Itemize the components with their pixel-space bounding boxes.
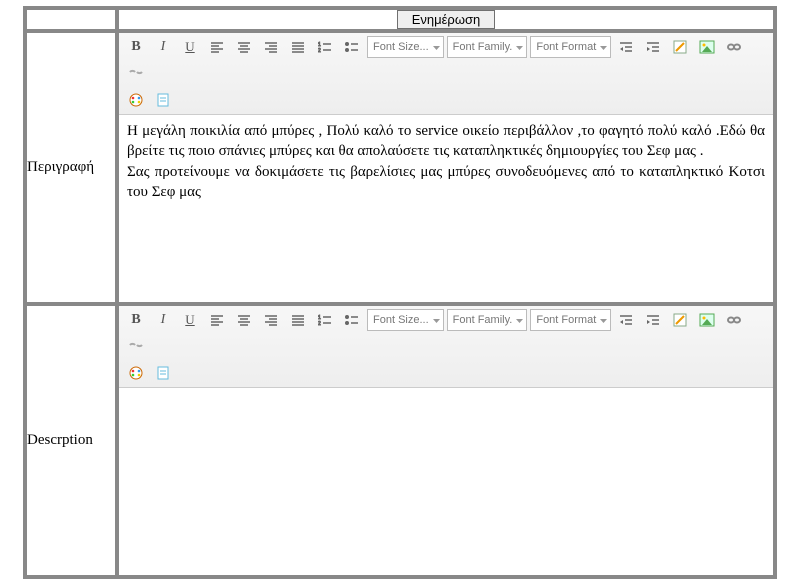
bold-button[interactable]: B bbox=[124, 36, 148, 58]
edit-html-button[interactable] bbox=[668, 36, 692, 58]
svg-text:2: 2 bbox=[318, 48, 321, 53]
font-family-label: Font Family. bbox=[453, 41, 513, 53]
align-right-button[interactable] bbox=[259, 309, 283, 331]
content-description[interactable] bbox=[119, 388, 773, 575]
unordered-list-button[interactable] bbox=[340, 36, 364, 58]
toolbar-perigrafi: B I U 12 Font Size... Font Family. Font … bbox=[119, 33, 773, 115]
ordered-list-button[interactable]: 12 bbox=[313, 36, 337, 58]
chevron-down-icon bbox=[515, 316, 524, 325]
font-size-label: Font Size... bbox=[373, 314, 429, 326]
underline-button[interactable]: U bbox=[178, 36, 202, 58]
content-paragraph: Σας προτείνουμε να δοκιμάσετε τις βαρελί… bbox=[127, 162, 765, 203]
chevron-down-icon bbox=[599, 316, 608, 325]
align-left-button[interactable] bbox=[205, 36, 229, 58]
align-left-button[interactable] bbox=[205, 309, 229, 331]
color-picker-button[interactable] bbox=[124, 89, 148, 111]
row-label-perigrafi: Περιγραφή bbox=[25, 31, 117, 304]
ordered-list-button[interactable]: 12 bbox=[313, 309, 337, 331]
row-label-description: Descrption bbox=[25, 304, 117, 577]
font-format-select[interactable]: Font Format bbox=[530, 36, 611, 58]
font-size-select[interactable]: Font Size... bbox=[367, 36, 444, 58]
insert-doc-button[interactable] bbox=[151, 362, 175, 384]
insert-image-button[interactable] bbox=[695, 36, 719, 58]
font-family-label: Font Family. bbox=[453, 314, 513, 326]
content-perigrafi[interactable]: Η μεγάλη ποικιλία από μπύρες , Πολύ καλό… bbox=[119, 115, 773, 302]
chevron-down-icon bbox=[599, 43, 608, 52]
unlink-button[interactable] bbox=[124, 334, 148, 356]
empty-label-cell bbox=[25, 8, 117, 31]
indent-button[interactable] bbox=[641, 309, 665, 331]
align-center-button[interactable] bbox=[232, 309, 256, 331]
font-format-label: Font Format bbox=[536, 314, 596, 326]
italic-button[interactable]: I bbox=[151, 309, 175, 331]
toolbar-description: B I U 12 Font Size... Font Family. Font … bbox=[119, 306, 773, 388]
font-family-select[interactable]: Font Family. bbox=[447, 36, 528, 58]
edit-html-button[interactable] bbox=[668, 309, 692, 331]
insert-doc-button[interactable] bbox=[151, 89, 175, 111]
align-justify-button[interactable] bbox=[286, 309, 310, 331]
indent-button[interactable] bbox=[641, 36, 665, 58]
editor-description: B I U 12 Font Size... Font Family. Font … bbox=[119, 306, 773, 575]
link-button[interactable] bbox=[722, 36, 746, 58]
align-center-button[interactable] bbox=[232, 36, 256, 58]
update-button[interactable]: Ενημέρωση bbox=[397, 10, 496, 29]
editor-table: Ενημέρωση Περιγραφή B I U 12 Font Size..… bbox=[23, 6, 777, 579]
font-format-label: Font Format bbox=[536, 41, 596, 53]
italic-button[interactable]: I bbox=[151, 36, 175, 58]
font-format-select[interactable]: Font Format bbox=[530, 309, 611, 331]
color-picker-button[interactable] bbox=[124, 362, 148, 384]
font-size-label: Font Size... bbox=[373, 41, 429, 53]
bold-button[interactable]: B bbox=[124, 309, 148, 331]
outdent-button[interactable] bbox=[614, 309, 638, 331]
unordered-list-button[interactable] bbox=[340, 309, 364, 331]
chevron-down-icon bbox=[432, 316, 441, 325]
link-button[interactable] bbox=[722, 309, 746, 331]
underline-button[interactable]: U bbox=[178, 309, 202, 331]
content-paragraph: Η μεγάλη ποικιλία από μπύρες , Πολύ καλό… bbox=[127, 121, 765, 162]
svg-text:2: 2 bbox=[318, 321, 321, 326]
font-size-select[interactable]: Font Size... bbox=[367, 309, 444, 331]
chevron-down-icon bbox=[432, 43, 441, 52]
font-family-select[interactable]: Font Family. bbox=[447, 309, 528, 331]
align-right-button[interactable] bbox=[259, 36, 283, 58]
editor-perigrafi: B I U 12 Font Size... Font Family. Font … bbox=[119, 33, 773, 302]
insert-image-button[interactable] bbox=[695, 309, 719, 331]
align-justify-button[interactable] bbox=[286, 36, 310, 58]
unlink-button[interactable] bbox=[124, 61, 148, 83]
chevron-down-icon bbox=[515, 43, 524, 52]
outdent-button[interactable] bbox=[614, 36, 638, 58]
